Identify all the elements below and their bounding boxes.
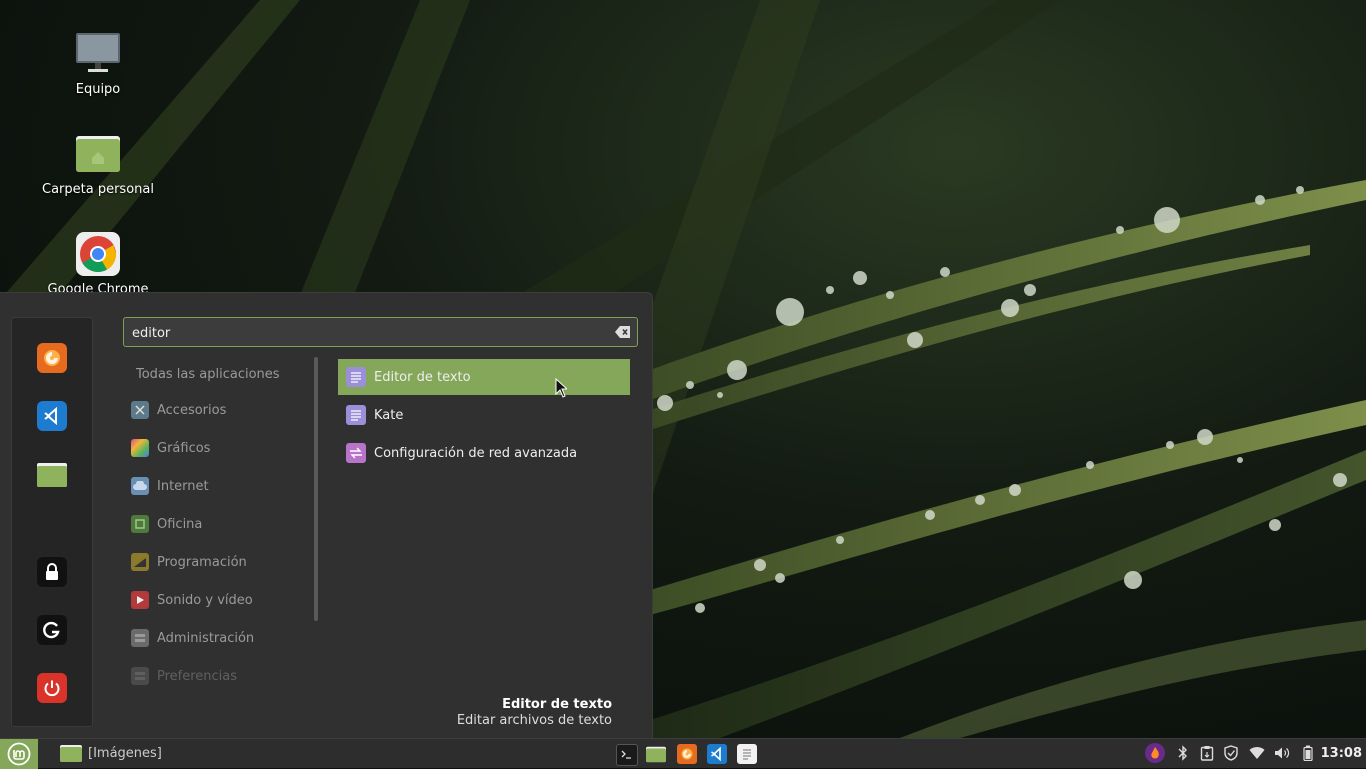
result-label: Editor de texto xyxy=(374,369,471,385)
home-folder-icon xyxy=(74,130,122,178)
vscode-icon[interactable] xyxy=(707,744,727,764)
result-label: Kate xyxy=(374,407,404,423)
chrome-icon xyxy=(74,230,122,278)
result-label: Configuración de red avanzada xyxy=(374,445,578,461)
clear-search-icon[interactable] xyxy=(615,325,631,339)
window-title: [Imágenes] xyxy=(88,745,162,761)
vscode-icon[interactable] xyxy=(37,401,67,431)
accessories-icon xyxy=(131,401,149,419)
category-scrollbar[interactable] xyxy=(314,357,318,621)
category-label: Preferencias xyxy=(157,668,238,684)
files-icon[interactable] xyxy=(37,459,67,489)
category-all-applications[interactable]: Todas las aplicaciones xyxy=(136,367,280,382)
search-box[interactable] xyxy=(123,317,638,347)
app-description: Editor de texto Editar archivos de texto xyxy=(457,697,612,728)
administration-icon xyxy=(131,629,149,647)
flame-icon[interactable] xyxy=(1145,743,1165,763)
bottom-panel: [Imágenes] 13:08 xyxy=(0,738,1366,769)
programming-icon xyxy=(131,553,149,571)
shield-icon[interactable] xyxy=(1223,745,1239,761)
computer-icon xyxy=(74,30,122,78)
mint-logo-icon xyxy=(7,742,31,766)
category-internet[interactable]: Internet xyxy=(131,472,209,500)
network-config-icon xyxy=(346,443,366,463)
multimedia-icon xyxy=(131,591,149,609)
files-icon[interactable] xyxy=(646,744,666,764)
internet-icon xyxy=(131,477,149,495)
app-description-title: Editor de texto xyxy=(502,697,612,712)
application-menu: Todas las aplicaciones Accesorios Gráfic… xyxy=(0,292,653,739)
category-label: Sonido y vídeo xyxy=(157,592,253,608)
clipboard-icon[interactable] xyxy=(1199,745,1215,761)
favorites-bar xyxy=(11,317,93,727)
terminal-icon[interactable] xyxy=(616,744,638,766)
desktop-icon-google-chrome[interactable]: Google Chrome xyxy=(38,230,158,297)
kate-icon xyxy=(346,405,366,425)
category-oficina[interactable]: Oficina xyxy=(131,510,202,538)
category-label: Accesorios xyxy=(157,402,227,418)
category-preferencias[interactable]: Preferencias xyxy=(131,662,237,690)
search-input[interactable] xyxy=(132,324,602,342)
category-administracion[interactable]: Administración xyxy=(131,624,254,652)
text-editor-icon xyxy=(346,367,366,387)
desktop-icon-carpeta-personal[interactable]: Carpeta personal xyxy=(38,130,158,197)
result-configuracion-red[interactable]: Configuración de red avanzada xyxy=(338,435,630,471)
folder-icon xyxy=(60,745,82,762)
category-accesorios[interactable]: Accesorios xyxy=(131,396,226,424)
bluetooth-icon[interactable] xyxy=(1175,745,1191,761)
graphics-icon xyxy=(131,439,149,457)
app-description-text: Editar archivos de texto xyxy=(456,713,612,728)
desktop-icon-label: Equipo xyxy=(75,82,121,97)
category-programacion[interactable]: Programación xyxy=(131,548,247,576)
logout-icon[interactable] xyxy=(37,615,67,645)
result-editor-de-texto[interactable]: Editor de texto xyxy=(338,359,630,395)
text-editor-icon[interactable] xyxy=(737,744,757,764)
firefox-icon[interactable] xyxy=(37,343,67,373)
category-label: Programación xyxy=(157,554,247,570)
category-label: Oficina xyxy=(157,516,203,532)
result-kate[interactable]: Kate xyxy=(338,397,630,433)
window-list-item[interactable]: [Imágenes] xyxy=(60,744,162,762)
volume-icon[interactable] xyxy=(1274,745,1290,761)
category-label: Administración xyxy=(157,630,255,646)
category-label: Gráficos xyxy=(157,440,211,456)
lock-icon[interactable] xyxy=(37,557,67,587)
desktop-icon-label: Carpeta personal xyxy=(42,182,154,197)
category-sonido-video[interactable]: Sonido y vídeo xyxy=(131,586,253,614)
desktop-icon-equipo[interactable]: Equipo xyxy=(38,30,158,97)
menu-button[interactable] xyxy=(0,739,38,769)
category-graficos[interactable]: Gráficos xyxy=(131,434,210,462)
category-label: Internet xyxy=(157,478,209,494)
office-icon xyxy=(131,515,149,533)
clock[interactable]: 13:08 xyxy=(1321,746,1362,761)
mouse-cursor-icon xyxy=(555,377,569,402)
battery-icon[interactable] xyxy=(1300,745,1316,761)
power-icon[interactable] xyxy=(37,673,67,703)
wifi-icon[interactable] xyxy=(1249,745,1265,761)
preferences-icon xyxy=(131,667,149,685)
firefox-icon[interactable] xyxy=(677,744,697,764)
